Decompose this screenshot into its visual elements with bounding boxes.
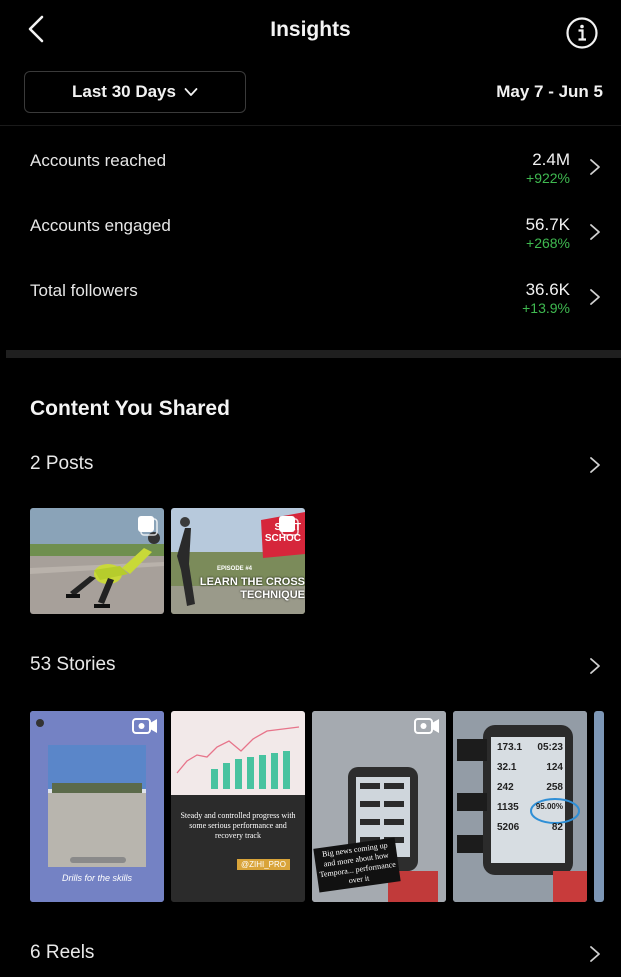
header: Insights xyxy=(0,0,621,62)
chevron-down-icon xyxy=(184,87,198,97)
story-caption: Steady and controlled progress with some… xyxy=(180,811,296,840)
section-divider xyxy=(6,350,621,358)
content-section-title: Content You Shared xyxy=(30,397,230,420)
posts-row[interactable]: 2 Posts xyxy=(0,445,621,485)
metric-value: 2.4M xyxy=(532,150,570,169)
date-filter-row: Last 30 Days May 7 - Jun 5 xyxy=(0,62,621,126)
date-range-text: May 7 - Jun 5 xyxy=(496,82,603,101)
date-range-label: Last 30 Days xyxy=(72,82,176,101)
stat-value: 124 xyxy=(546,762,563,773)
story-thumbnail-5-partial[interactable] xyxy=(594,711,604,902)
post-thumbnail-2[interactable]: SKAT SCHOC EPISODE #4 LEARN THE CROSS TE… xyxy=(171,508,305,614)
info-icon xyxy=(566,17,598,49)
metric-row-accounts-reached[interactable]: Accounts reached 2.4M +922% xyxy=(0,128,621,193)
metric-value: 36.6K xyxy=(525,280,570,299)
episode-title-line-2: TECHNIQUE xyxy=(240,589,305,602)
metric-label: Total followers xyxy=(30,281,138,300)
stat-value: 173.1 xyxy=(497,742,523,753)
reels-row[interactable]: 6 Reels xyxy=(0,934,621,974)
story-thumbnail-4[interactable]: 173.1 05:23 32.1 124 242 258 1135 95.00% 520… xyxy=(453,711,587,902)
info-button[interactable] xyxy=(565,16,599,50)
stat-value: 1135 xyxy=(497,802,519,813)
posts-thumbnails: SKAT SCHOC EPISODE #4 LEARN THE CROSS TE… xyxy=(30,508,305,614)
post-thumbnail-1[interactable] xyxy=(30,508,164,614)
carousel-icon xyxy=(136,514,158,536)
reels-label: 6 Reels xyxy=(30,942,95,963)
stat-value: 95.00% xyxy=(535,802,563,811)
metrics-list: Accounts reached 2.4M +922% Accounts eng… xyxy=(0,128,621,323)
date-range-dropdown[interactable]: Last 30 Days xyxy=(24,71,246,113)
chevron-right-icon xyxy=(589,657,601,675)
chevron-right-icon xyxy=(589,288,601,306)
stats-grid: 173.1 05:23 32.1 124 242 258 1135 95.00% 520… xyxy=(497,743,563,833)
stories-thumbnails: Drills for the skills Steady and control… xyxy=(30,711,604,902)
metric-label: Accounts engaged xyxy=(30,216,171,235)
metric-change: +13.9% xyxy=(522,300,570,316)
metric-label: Accounts reached xyxy=(30,151,167,170)
stat-value: 5206 xyxy=(497,822,520,833)
video-camera-icon xyxy=(414,717,440,735)
metric-change: +268% xyxy=(526,235,570,251)
stat-value: 242 xyxy=(497,782,514,793)
episode-title: LEARN THE CROSS TECHNIQUE xyxy=(193,576,305,602)
carousel-icon xyxy=(277,514,299,536)
metric-change: +922% xyxy=(526,170,570,186)
chevron-right-icon xyxy=(589,223,601,241)
page-title: Insights xyxy=(270,18,351,41)
chart-screenshot-image xyxy=(171,711,305,902)
episode-label: EPISODE #4 xyxy=(217,566,253,572)
story-caption: Drills for the skills xyxy=(61,873,132,883)
metric-row-total-followers[interactable]: Total followers 36.6K +13.9% xyxy=(0,258,621,323)
story-thumbnail-2[interactable]: Steady and controlled progress with some… xyxy=(171,711,305,902)
stories-label: 53 Stories xyxy=(30,654,116,675)
chevron-right-icon xyxy=(589,158,601,176)
story-tag: @ZIHI_PRO xyxy=(237,859,291,870)
stories-row[interactable]: 53 Stories xyxy=(0,646,621,686)
stat-value: 82 xyxy=(551,822,563,833)
stat-value: 32.1 xyxy=(497,762,517,773)
posts-label: 2 Posts xyxy=(30,453,94,474)
stat-value: 05:23 xyxy=(537,742,563,753)
video-camera-icon xyxy=(132,717,158,735)
metric-value: 56.7K xyxy=(525,215,570,234)
chevron-right-icon xyxy=(589,456,601,474)
stat-value: 258 xyxy=(546,782,563,793)
episode-title-line-1: LEARN THE CROSS xyxy=(199,576,305,588)
story-thumbnail-3[interactable]: Big news coming up and more about how Te… xyxy=(312,711,446,902)
metric-row-accounts-engaged[interactable]: Accounts engaged 56.7K +268% xyxy=(0,193,621,258)
chevron-right-icon xyxy=(589,945,601,963)
story-thumbnail-1[interactable]: Drills for the skills xyxy=(30,711,164,902)
